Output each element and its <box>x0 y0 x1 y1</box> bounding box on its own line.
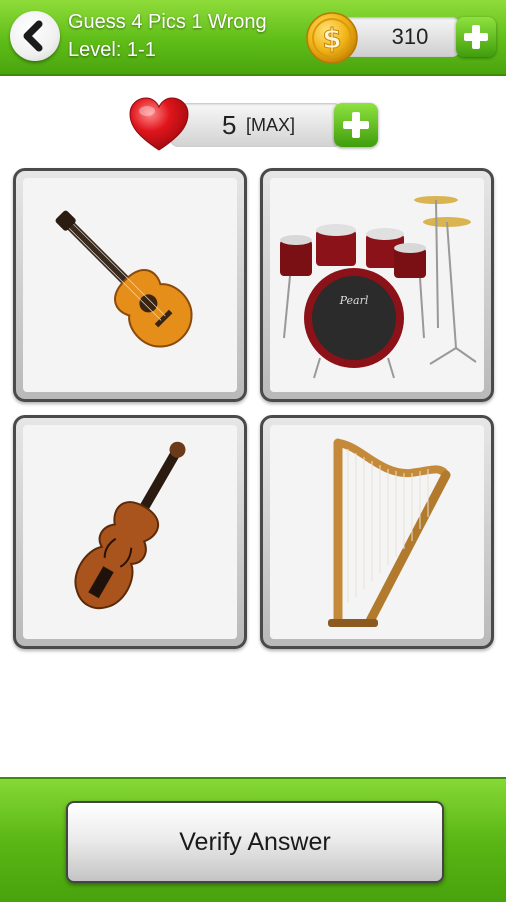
guitar-picture <box>55 210 193 348</box>
verify-answer-label: Verify Answer <box>179 828 331 856</box>
top-bar: Guess 4 Pics 1 Wrong Level: 1-1 310 $ <box>0 0 506 76</box>
plus-icon <box>343 112 369 138</box>
level-label: Level: 1-1 <box>68 39 156 61</box>
lives-max-label: [MAX] <box>246 115 296 135</box>
add-coins-button[interactable] <box>456 17 496 57</box>
game-title: Guess 4 Pics 1 Wrong <box>68 11 267 33</box>
coin-count: 310 <box>391 24 429 49</box>
lives-count: 5 <box>222 110 237 140</box>
heart-icon <box>129 97 189 151</box>
picture-tile-harp[interactable] <box>260 415 494 649</box>
verify-answer-button[interactable]: Verify Answer <box>66 801 444 883</box>
picture-tile-guitar[interactable] <box>13 168 247 402</box>
drum-kit-picture: Pearl <box>280 196 477 379</box>
chevron-left-icon <box>23 20 43 52</box>
harp-picture <box>328 438 451 627</box>
svg-text:$: $ <box>322 22 341 55</box>
back-button[interactable] <box>10 11 60 61</box>
plus-icon <box>464 25 488 49</box>
dollar-coin-icon: $ <box>306 12 358 64</box>
picture-tile-drums[interactable]: Pearl <box>260 168 494 402</box>
add-lives-button[interactable] <box>334 103 378 147</box>
coin-counter: 310 <box>340 17 460 57</box>
svg-text:Pearl: Pearl <box>339 294 369 307</box>
lives-counter: 5 [MAX] <box>170 103 342 147</box>
violin-picture <box>74 441 186 610</box>
picture-tile-violin[interactable] <box>13 415 247 649</box>
